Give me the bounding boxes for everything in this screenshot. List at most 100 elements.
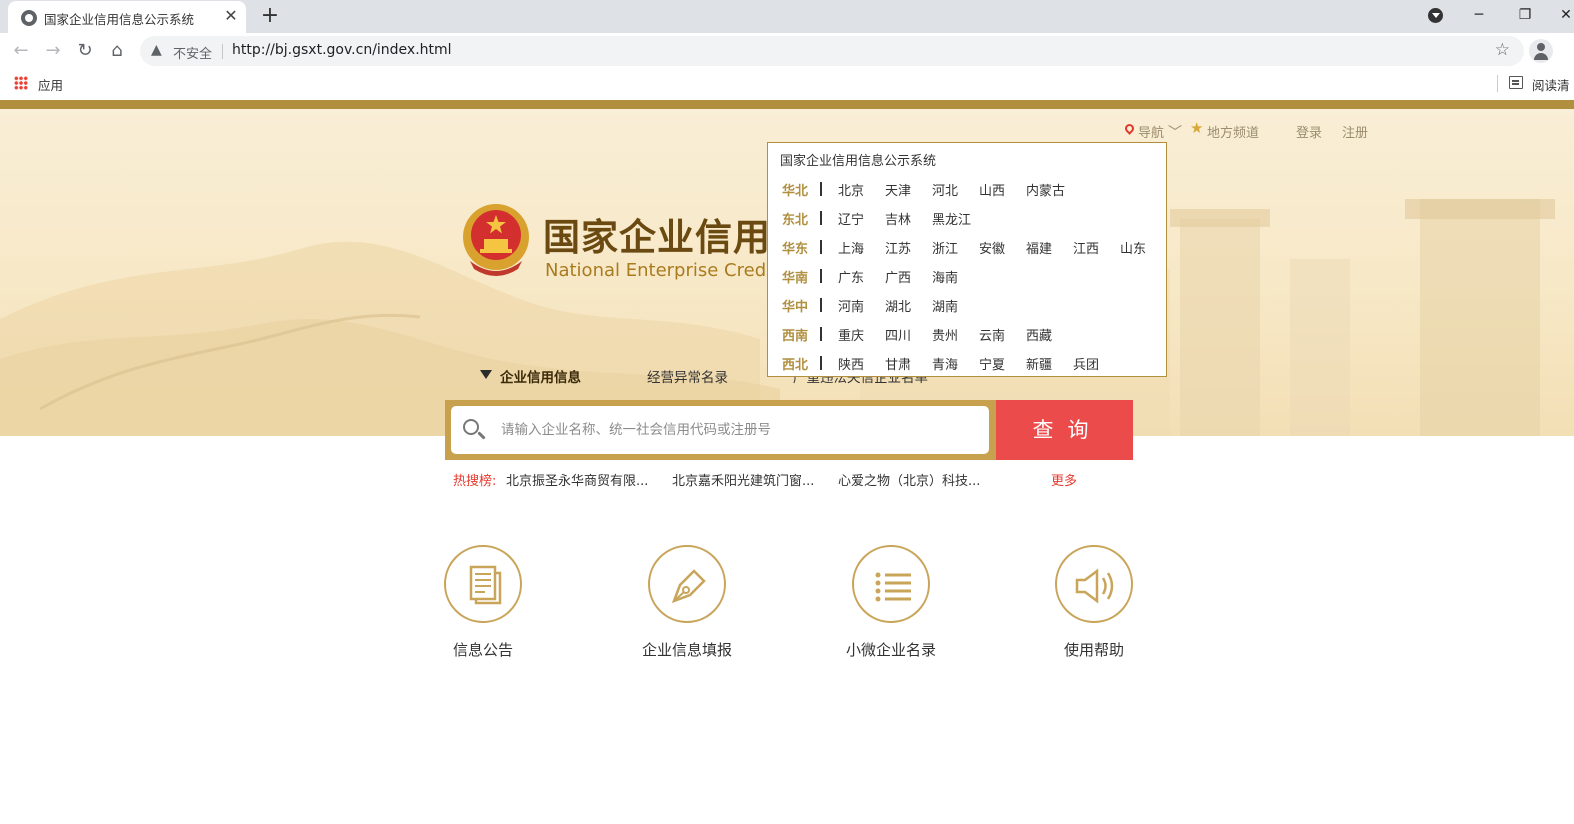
- province-link[interactable]: 江西: [1073, 238, 1099, 257]
- window-close-icon[interactable]: ✕: [1551, 4, 1574, 26]
- province-link[interactable]: 内蒙古: [1026, 180, 1065, 199]
- province-link[interactable]: 山东: [1120, 238, 1146, 257]
- tab-search-icon[interactable]: [1428, 8, 1443, 23]
- province-link[interactable]: 河北: [932, 180, 958, 199]
- hot-search-item[interactable]: 北京振圣永华商贸有限...: [506, 470, 648, 489]
- province-link[interactable]: 山西: [979, 180, 1005, 199]
- region-divider: [820, 298, 822, 312]
- region-divider: [820, 240, 822, 254]
- province-link[interactable]: 青海: [932, 354, 958, 373]
- province-link[interactable]: 北京: [838, 180, 864, 199]
- region-name: 华中: [782, 300, 809, 315]
- browser-toolbar: ← → ↻ ⌂ ▲ 不安全 http://bj.gsxt.gov.cn/inde…: [0, 33, 1574, 70]
- region-name: 西北: [782, 358, 809, 373]
- omnibox-divider: [222, 44, 223, 59]
- bookmark-star-icon[interactable]: ☆: [1495, 40, 1510, 60]
- province-link[interactable]: 云南: [979, 325, 1005, 344]
- hot-search-item[interactable]: 心爱之物（北京）科技...: [838, 470, 980, 489]
- profile-avatar-icon[interactable]: [1529, 39, 1553, 63]
- home-icon[interactable]: ⌂: [106, 40, 128, 62]
- chevron-down-icon[interactable]: ﹀: [1168, 122, 1182, 142]
- star-icon: ★: [1190, 119, 1204, 137]
- url-text[interactable]: http://bj.gsxt.gov.cn/index.html: [232, 42, 452, 58]
- quick-link-announcement[interactable]: 信息公告: [413, 545, 553, 660]
- province-link[interactable]: 河南: [838, 296, 864, 315]
- province-link[interactable]: 上海: [838, 238, 864, 257]
- region-name: 华南: [782, 271, 809, 286]
- quick-link-small-enterprise[interactable]: 小微企业名录: [821, 545, 961, 660]
- quick-link-help[interactable]: 使用帮助: [1024, 545, 1164, 660]
- hot-search-item[interactable]: 北京嘉禾阳光建筑门窗...: [672, 470, 814, 489]
- reading-list-label[interactable]: 阅读清: [1532, 75, 1570, 94]
- quick-link-label[interactable]: 小微企业名录: [821, 639, 961, 660]
- province-link[interactable]: 安徽: [979, 238, 1005, 257]
- province-link[interactable]: 广东: [838, 267, 864, 286]
- close-tab-icon[interactable]: ✕: [221, 6, 241, 26]
- province-link[interactable]: 江苏: [885, 238, 911, 257]
- region-name: 东北: [782, 213, 809, 228]
- province-link[interactable]: 福建: [1026, 238, 1052, 257]
- region-name: 华东: [782, 242, 809, 257]
- province-link[interactable]: 吉林: [885, 209, 911, 228]
- register-link[interactable]: 注册: [1342, 122, 1368, 141]
- tab-enterprise-credit[interactable]: 企业信用信息: [500, 366, 581, 386]
- browser-tabstrip: 国家企业信用信息公示系统 ✕ + ─ ❐ ✕: [0, 0, 1574, 33]
- province-link[interactable]: 辽宁: [838, 209, 864, 228]
- province-link[interactable]: 西藏: [1026, 325, 1052, 344]
- region-name: 华北: [782, 184, 809, 199]
- back-icon[interactable]: ←: [10, 40, 32, 62]
- header-gold-bar: [0, 100, 1574, 109]
- reading-list-icon[interactable]: [1509, 76, 1523, 89]
- pen-icon[interactable]: [648, 545, 726, 623]
- quick-link-label[interactable]: 企业信息填报: [617, 639, 757, 660]
- province-link[interactable]: 海南: [932, 267, 958, 286]
- site-title-cn: 国家企业信用: [543, 216, 771, 259]
- restore-icon[interactable]: ❐: [1510, 4, 1540, 26]
- region-name: 西南: [782, 329, 809, 344]
- reload-icon[interactable]: ↻: [74, 40, 96, 62]
- quick-link-label[interactable]: 使用帮助: [1024, 639, 1164, 660]
- speaker-icon[interactable]: [1055, 545, 1133, 623]
- region-divider: [820, 327, 822, 341]
- active-tab-triangle-icon: [480, 370, 492, 379]
- province-link[interactable]: 天津: [885, 180, 911, 199]
- region-dropdown-title[interactable]: 国家企业信用信息公示系统: [780, 150, 936, 169]
- globe-icon: [21, 10, 37, 26]
- province-link[interactable]: 湖北: [885, 296, 911, 315]
- apps-grid-icon[interactable]: [14, 76, 28, 90]
- search-icon: [463, 419, 479, 435]
- minimize-icon[interactable]: ─: [1464, 4, 1494, 26]
- province-link[interactable]: 宁夏: [979, 354, 1005, 373]
- insecure-label[interactable]: 不安全: [173, 43, 212, 62]
- search-input[interactable]: [451, 406, 989, 454]
- apps-bookmark[interactable]: 应用: [38, 75, 63, 94]
- list-icon[interactable]: [852, 545, 930, 623]
- search-button[interactable]: 查询: [996, 400, 1133, 460]
- warning-icon[interactable]: ▲: [151, 42, 162, 58]
- forward-icon[interactable]: →: [42, 40, 64, 62]
- province-link[interactable]: 重庆: [838, 325, 864, 344]
- more-link[interactable]: 更多: [1051, 470, 1077, 489]
- province-link[interactable]: 甘肃: [885, 354, 911, 373]
- document-icon[interactable]: [444, 545, 522, 623]
- login-link[interactable]: 登录: [1296, 122, 1322, 141]
- province-link[interactable]: 浙江: [932, 238, 958, 257]
- tab-abnormal-list[interactable]: 经营异常名录: [647, 366, 728, 386]
- tab-title: 国家企业信用信息公示系统: [44, 12, 195, 27]
- province-link[interactable]: 湖南: [932, 296, 958, 315]
- quick-link-report[interactable]: 企业信息填报: [617, 545, 757, 660]
- province-link[interactable]: 四川: [885, 325, 911, 344]
- new-tab-button[interactable]: +: [258, 3, 282, 29]
- address-bar[interactable]: ▲ 不安全 http://bj.gsxt.gov.cn/index.html ☆: [140, 36, 1524, 66]
- bookmarks-bar: 应用 阅读清: [0, 70, 1574, 98]
- nav-link[interactable]: 导航: [1138, 122, 1164, 141]
- quick-link-label[interactable]: 信息公告: [413, 639, 553, 660]
- province-link[interactable]: 广西: [885, 267, 911, 286]
- local-channel-link[interactable]: 地方频道: [1207, 122, 1259, 141]
- browser-tab[interactable]: 国家企业信用信息公示系统 ✕: [8, 1, 246, 33]
- province-link[interactable]: 黑龙江: [932, 209, 971, 228]
- province-link[interactable]: 贵州: [932, 325, 958, 344]
- province-link[interactable]: 新疆: [1026, 354, 1052, 373]
- province-link[interactable]: 兵团: [1073, 354, 1099, 373]
- province-link[interactable]: 陕西: [838, 354, 864, 373]
